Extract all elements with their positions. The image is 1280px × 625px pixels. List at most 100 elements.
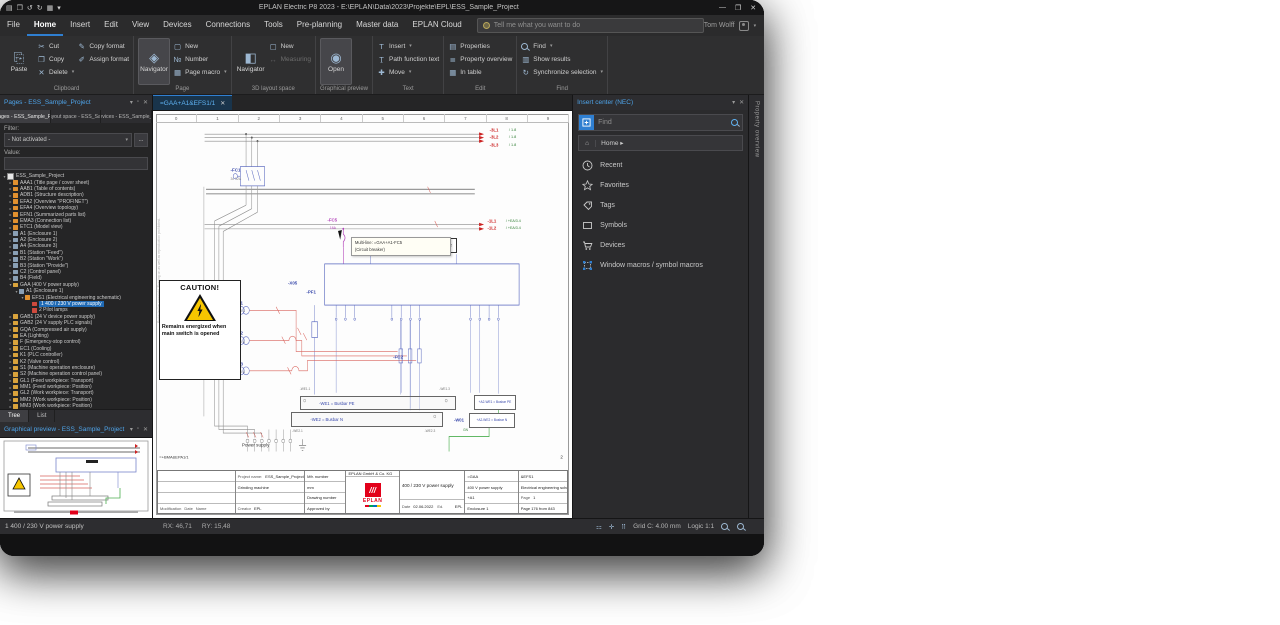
insert-center-item-window-macros[interactable]: Window macros / symbol macros — [573, 255, 748, 275]
menu-tab[interactable]: File — [0, 15, 27, 36]
dropdown-icon[interactable]: ▾ — [130, 99, 133, 106]
graphical-preview-thumbnail[interactable] — [0, 437, 152, 518]
dock-tab[interactable]: Layout space - ESS_Sa... — [51, 110, 102, 123]
zoom-in-icon[interactable] — [737, 523, 744, 530]
tree-list-tab[interactable]: Tree — [0, 410, 29, 422]
text-insert-button[interactable]: TInsert▾ — [377, 40, 439, 52]
insert-center-search[interactable]: Find — [578, 114, 743, 131]
menu-tab[interactable]: Edit — [97, 15, 125, 36]
layout-navigator-button[interactable]: ◧Navigator — [236, 38, 266, 85]
qat-icon[interactable]: ▤ — [6, 4, 13, 12]
eplan-window-dark[interactable]: ▤❐↺↻▦▾ EPLAN Electric P8 2023 - E:\EPLAN… — [0, 0, 764, 556]
synchronize-selection-button[interactable]: ↻Synchronize selection▾ — [521, 66, 603, 78]
page-icon — [19, 289, 24, 294]
close-panel-icon[interactable]: ✕ — [143, 426, 148, 433]
insert-center-item-symbols[interactable]: Symbols — [573, 215, 748, 235]
page-icon — [13, 372, 18, 377]
menu-tab[interactable]: Insert — [63, 15, 97, 36]
home-icon[interactable]: ⌂ — [579, 140, 596, 147]
insert-center-breadcrumb[interactable]: ⌂ Home ▸ — [578, 135, 743, 151]
menu-tab[interactable]: Tools — [257, 15, 290, 36]
frame-column-ref: 2 — [560, 454, 563, 459]
move-button[interactable]: ✚Move▾ — [377, 66, 439, 78]
new-layout-icon: ▢ — [269, 42, 278, 51]
cart-icon — [582, 240, 593, 251]
close-panel-icon[interactable]: ✕ — [739, 99, 744, 106]
page-navigator-button[interactable]: ◈Navigator — [138, 38, 170, 85]
pin-icon[interactable]: ▫ — [137, 426, 139, 433]
property-overview-button[interactable]: ≣Property overview — [448, 53, 512, 65]
close-panel-icon[interactable]: ✕ — [143, 99, 148, 106]
value-input[interactable] — [4, 157, 148, 170]
coordinates-icon[interactable]: ⠿ — [621, 523, 626, 531]
close-button[interactable]: ✕ — [750, 4, 756, 12]
brush-icon: ✎ — [77, 42, 86, 51]
preview-open-button[interactable]: ◉Open — [320, 38, 352, 85]
pin-icon[interactable]: ▫ — [137, 99, 139, 106]
copy-button[interactable]: ❐Copy — [37, 53, 74, 65]
schematic-label: -FC2 — [393, 354, 403, 359]
schematic-label: -3L1 — [490, 127, 499, 132]
qat-icon[interactable]: ↻ — [37, 4, 43, 12]
schematic-canvas[interactable]: 0123456789 — [153, 111, 572, 518]
frame-macro-ref: =+BMA&EPA1/1 — [159, 454, 188, 459]
qat-icon[interactable]: ▦ — [47, 4, 54, 12]
page-icon — [13, 366, 18, 371]
show-results-button[interactable]: ▥Show results — [521, 53, 603, 65]
qat-icon[interactable]: ▾ — [57, 4, 61, 12]
hover-tooltip: Multi-line: =GAA+A1-FC5 (Circuit breaker… — [351, 237, 451, 256]
menu-tab[interactable]: EPLAN Cloud — [405, 15, 468, 36]
dropdown-icon[interactable]: ▾ — [732, 99, 735, 106]
filter-select[interactable]: - Not activated -▾ — [4, 133, 132, 147]
dropdown-icon[interactable]: ▾ — [130, 426, 133, 433]
dock-tab[interactable]: Pages - ESS_Sample_P... — [0, 110, 51, 123]
schematic-label: / +EA/3.4 — [506, 219, 521, 223]
qat-icon[interactable]: ↺ — [27, 4, 33, 12]
assign-format-button[interactable]: ✐Assign format — [77, 53, 129, 65]
maximize-button[interactable]: ❐ — [735, 4, 741, 12]
menu-tab[interactable]: Devices — [156, 15, 198, 36]
minimize-button[interactable]: — — [719, 4, 726, 12]
user-account[interactable]: Tom Wolff ▾ — [704, 21, 764, 31]
search-input[interactable]: Tell me what you want to do — [477, 18, 704, 33]
menu-tab[interactable]: Connections — [199, 15, 257, 36]
copy-format-button[interactable]: ✎Copy format — [77, 40, 129, 52]
busbar-we1[interactable]: -WE1 = Busbar PE — [300, 396, 456, 411]
tree-list-tab[interactable]: List — [29, 410, 55, 422]
qat-icon[interactable]: ❐ — [17, 4, 23, 12]
in-table-button[interactable]: ▦In table — [448, 66, 512, 78]
snap-icon[interactable]: ⚏ — [596, 523, 602, 531]
page-new-button[interactable]: ▢New — [173, 40, 227, 52]
paste-button[interactable]: ⎘Paste — [4, 38, 34, 85]
menu-tab[interactable]: View — [125, 15, 156, 36]
insert-center-item-recent[interactable]: Recent — [573, 155, 748, 175]
insert-center-item-tags[interactable]: Tags — [573, 195, 748, 215]
document-tab[interactable]: =GAA+A1&EFS1/1 ✕ — [153, 95, 232, 110]
grid-toggle-icon[interactable]: ✛ — [609, 523, 614, 531]
menu-tab[interactable]: Home — [27, 15, 63, 36]
ribbon-group-3d-layout: ◧Navigator ▢New ↔Measuring 3D layout spa… — [232, 36, 316, 94]
eplan-logo: /// EPLAN — [346, 477, 398, 513]
filter-more-button[interactable]: ... — [134, 133, 148, 147]
menu-tab[interactable]: Master data — [349, 15, 405, 36]
close-tab-icon[interactable]: ✕ — [220, 100, 225, 107]
menu-tab[interactable]: Pre-planning — [290, 15, 349, 36]
search-icon[interactable] — [728, 119, 742, 126]
chevron-down-icon: ▾ — [125, 137, 128, 143]
page-icon — [13, 334, 18, 339]
property-overview-tab[interactable]: Property overview — [748, 95, 764, 518]
page-number-button[interactable]: №Number — [173, 53, 227, 65]
page-macro-button[interactable]: ▦Page macro▾ — [173, 66, 227, 78]
dock-tab[interactable]: Devices - ESS_Sample_... — [101, 110, 152, 123]
properties-button[interactable]: ▤Properties — [448, 40, 512, 52]
insert-center-item-favorites[interactable]: Favorites — [573, 175, 748, 195]
zoom-out-icon[interactable] — [721, 523, 728, 530]
cut-button[interactable]: ✂Cut — [37, 40, 74, 52]
busbar-we2[interactable]: -WE2 = Busbar N — [291, 412, 443, 427]
delete-button[interactable]: ✕Delete▾ — [37, 66, 74, 78]
page-icon — [25, 295, 30, 300]
layout-new-button[interactable]: ▢New — [269, 40, 311, 52]
path-function-text-button[interactable]: ṮPath function text — [377, 53, 439, 65]
insert-center-item-devices[interactable]: Devices — [573, 235, 748, 255]
find-button[interactable]: Find▾ — [521, 40, 603, 52]
